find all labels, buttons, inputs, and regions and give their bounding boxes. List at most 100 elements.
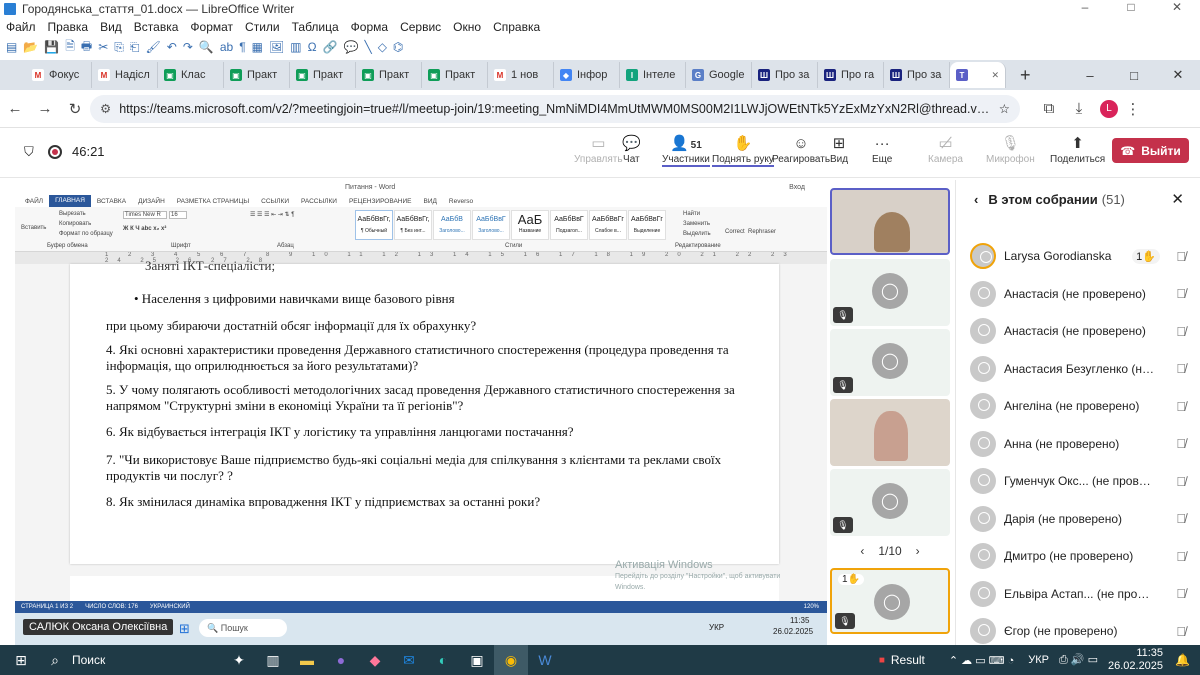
browser-close-button[interactable]: ✕ — [1156, 67, 1200, 83]
tray-icons[interactable]: ⌃ ☁ ▭ ⌨ ◔ — [949, 654, 1014, 667]
lo-toolbar-icon[interactable]: ▦ — [252, 40, 263, 54]
toolbar-share-button[interactable]: ⬆ Поделиться — [1050, 134, 1105, 165]
lo-toolbar-icon[interactable]: ¶ — [239, 40, 245, 54]
lo-menu-item[interactable]: Окно — [453, 20, 481, 34]
participant-row[interactable]: Анастасія (не проверено) 🎙̸ — [970, 276, 1190, 312]
select-button[interactable]: Выделить — [683, 231, 711, 237]
word-tab[interactable]: ФАЙЛ — [19, 198, 49, 205]
close-panel-icon[interactable]: ✕ — [1171, 190, 1184, 208]
lo-menu-item[interactable]: Файл — [6, 20, 36, 34]
new-tab-button[interactable]: + — [1020, 65, 1031, 86]
font-size-box[interactable]: 16 — [169, 211, 187, 219]
browser-tab[interactable]: G Google — [686, 62, 752, 88]
style-item[interactable]: АаБбВвГг, ¶ Обычный — [355, 210, 393, 240]
word-tab[interactable]: ССЫЛКИ — [255, 198, 295, 205]
taskbar-search-label[interactable]: Поиск — [72, 653, 222, 667]
reload-icon[interactable]: ↻ — [60, 100, 90, 118]
participant-row[interactable]: Анастасія (не проверено) 🎙̸ — [970, 313, 1190, 349]
toolbar-more-button[interactable]: ··· Еще — [872, 134, 892, 165]
lo-toolbar-icon[interactable]: 🔗 — [323, 40, 338, 54]
word-tab[interactable]: ВСТАВКА — [91, 198, 132, 205]
word-tab[interactable]: Reverso — [443, 198, 479, 205]
word-tab[interactable]: ГЛАВНАЯ — [49, 195, 91, 207]
tab-close-icon[interactable]: ✕ — [991, 70, 999, 81]
browser-tab[interactable]: Ш Про за — [752, 62, 818, 88]
toolbar-mic-off-button[interactable]: 🎙 Микрофон — [986, 134, 1035, 165]
lo-toolbar-icon[interactable]: ↷ — [183, 40, 193, 54]
taskbar-search-icon[interactable]: ⌕ — [38, 645, 72, 675]
word-tab[interactable]: ДИЗАЙН — [132, 198, 171, 205]
browser-tab[interactable]: T ✕ — [950, 62, 1006, 88]
copy-button[interactable]: Копировать — [59, 221, 91, 227]
browser-tab[interactable]: ▣ Практ — [422, 62, 488, 88]
word-signin[interactable]: Вход — [789, 184, 805, 191]
lo-toolbar-icon[interactable]: ▥ — [290, 40, 301, 54]
cut-button[interactable]: Вырезать — [59, 211, 86, 217]
site-info-icon[interactable]: ⚙ — [100, 101, 111, 116]
tray-status-icons[interactable]: ⎙ 🔊 ▭ — [1059, 653, 1098, 667]
chrome-icon[interactable]: ◉ — [494, 645, 528, 675]
file-explorer-icon[interactable]: ▬ — [290, 645, 324, 675]
lo-toolbar-icon[interactable]: ◇ — [378, 40, 387, 54]
lo-toolbar-icon[interactable]: 🗎 — [65, 37, 75, 58]
maximize-button[interactable]: □ — [1108, 0, 1154, 14]
browser-tab[interactable]: M Фокус — [26, 62, 92, 88]
style-item[interactable]: АаБбВ Заголово... — [433, 210, 471, 240]
video-tile-5[interactable]: ◯ 🎙 — [830, 469, 950, 536]
viber-icon[interactable]: ● — [324, 645, 358, 675]
video-tile-2[interactable]: ◯ 🎙 — [830, 259, 950, 326]
profile-avatar[interactable]: L — [1100, 99, 1118, 118]
browser-tab[interactable]: M Надісл — [92, 62, 158, 88]
participant-row[interactable]: Єгор (не проверено) 🎙̸ — [970, 613, 1190, 649]
bookmark-star-icon[interactable]: ☆ — [999, 101, 1010, 116]
browser-maximize-button[interactable]: □ — [1112, 68, 1156, 83]
lo-menu-item[interactable]: Формат — [190, 20, 233, 34]
style-item[interactable]: АаБбВвГг, ¶ Без инт... — [394, 210, 432, 240]
word-tab[interactable]: ВИД — [417, 198, 442, 205]
toolbar-raise-hand-button[interactable]: ✋ Поднять руку — [712, 134, 774, 167]
word-app-icon[interactable]: W — [528, 645, 562, 675]
extensions-icon[interactable]: ⧉ — [1034, 100, 1064, 117]
toolbar-people-button[interactable]: 👤 51 Участники — [662, 134, 710, 167]
video-tile-3[interactable]: ◯ 🎙 — [830, 329, 950, 396]
paste-button[interactable]: Вставить — [21, 225, 46, 231]
style-item[interactable]: АаБбВвГ Заголово... — [472, 210, 510, 240]
participant-row[interactable]: Ельвіра Астап... (не проверено) 🎙̸ — [970, 576, 1190, 612]
notifications-icon[interactable]: 🔔 — [1175, 653, 1190, 667]
address-bar[interactable]: ⚙ https://teams.microsoft.com/v2/?meetin… — [90, 94, 1020, 123]
correct-button[interactable]: Correct — [725, 229, 745, 235]
edge-icon[interactable]: ◐ — [426, 645, 460, 675]
toolbar-react-button[interactable]: ☺ Реагировать — [772, 134, 830, 165]
windows-start-icon[interactable]: ⊞ — [4, 645, 38, 675]
lo-menu-item[interactable]: Вставка — [134, 20, 179, 34]
style-item[interactable]: АаБ Название — [511, 210, 549, 240]
style-item[interactable]: АаБбВвГ Подзагол... — [550, 210, 588, 240]
browser-tab[interactable]: I Інтеле — [620, 62, 686, 88]
word-tab[interactable]: РАССЫЛКИ — [295, 198, 343, 205]
toolbar-chat-button[interactable]: 💬 Чат — [622, 134, 641, 165]
paragraph-buttons[interactable]: ☰ ☰ ☰ ⇤ ⇥ ⇅ ¶ — [250, 211, 294, 218]
lo-toolbar-icon[interactable]: 🖼 — [269, 40, 284, 54]
clock[interactable]: 11:35 26.02.2025 — [1108, 647, 1163, 673]
copilot-icon[interactable]: ◆ — [358, 645, 392, 675]
lo-toolbar-icon[interactable]: Ω — [308, 40, 317, 54]
browser-tab[interactable]: ▣ Клас — [158, 62, 224, 88]
close-button[interactable]: ✕ — [1154, 0, 1200, 14]
lo-toolbar-icon[interactable]: 🖌 — [146, 40, 161, 54]
lo-toolbar-icon[interactable]: 🖶 — [81, 37, 92, 58]
leave-button[interactable]: ☎ Выйти — [1112, 138, 1189, 163]
lo-menu-item[interactable]: Правка — [48, 20, 89, 34]
lo-toolbar-icon[interactable]: ╲ — [364, 40, 371, 54]
find-button[interactable]: Найти — [683, 211, 700, 217]
style-item[interactable]: АаБбВвГг Выделение — [628, 210, 666, 240]
font-format-buttons[interactable]: Ж К Ч abc x₂ x² — [123, 226, 166, 232]
browser-minimize-button[interactable]: – — [1068, 68, 1112, 83]
toolbar-share-screen-button[interactable]: ▭ Управлять — [574, 134, 623, 165]
outlook-icon[interactable]: ✉ — [392, 645, 426, 675]
format-painter-button[interactable]: Формат по образцу — [59, 231, 113, 237]
lo-toolbar-icon[interactable]: ⎗ — [130, 40, 140, 55]
lo-toolbar-icon[interactable]: 💬 — [344, 40, 359, 54]
participant-row[interactable]: Ангеліна (не проверено) 🎙̸ — [970, 388, 1190, 424]
store-icon[interactable]: ▣ — [460, 645, 494, 675]
lo-toolbar-icon[interactable]: 💾 — [44, 40, 59, 54]
